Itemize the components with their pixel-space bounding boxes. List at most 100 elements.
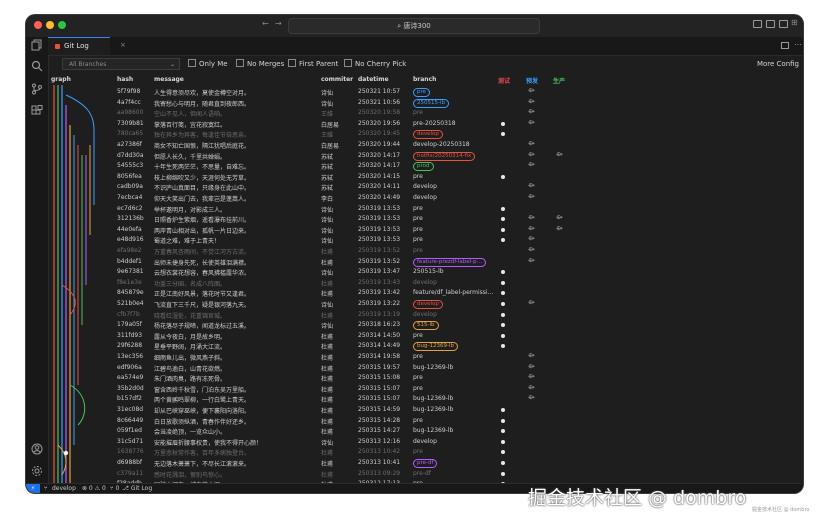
commit-row[interactable]: 311fd93 露从今夜白，月是故乡明。 杜甫 250314 14:50 pre (26, 331, 803, 342)
commit-row[interactable]: 059f1ed 会当凌绝顶，一览众山小。 杜甫 250315 14:27 bug-123… (26, 426, 803, 437)
commit-branch[interactable]: develop (413, 130, 503, 140)
status-git-log[interactable]: ⎇ Git Log (122, 484, 152, 493)
commit-branch[interactable]: hotfix/20250314-fix (413, 151, 503, 161)
commit-row[interactable]: 521b0e4 飞流直下三千尺，疑是银河落九天。 诗仙 250319 13:22 dev… (26, 299, 803, 310)
toggle-secondary-sidebar-icon[interactable] (779, 20, 788, 28)
commit-row[interactable]: d6988bf 无边落木萧萧下，不尽长江滚滚来。 杜甫 250313 10:41 pre… (26, 458, 803, 469)
commit-branch[interactable]: pre (413, 205, 503, 212)
commit-branch[interactable]: feature-prezdf-label-p… (413, 257, 503, 267)
commit-row[interactable]: 29f6288 星垂平野阔，月涌大江流。 杜甫 250314 14:49 bug-123… (26, 341, 803, 352)
commit-row[interactable]: edf906a 江碧鸟逾白，山青花欲燃。 杜甫 250315 19:57 bug-123… (26, 363, 803, 374)
commit-row[interactable]: aa98600 空山不见人，但闻人语响。 王维 250320 19:58 pre ⟴ (26, 108, 803, 119)
commit-row[interactable]: b157df2 两个黄鹂鸣翠柳，一行白鹭上青天。 杜甫 250315 15:07 bug… (26, 394, 803, 405)
commit-row[interactable]: 1638776 万里悲秋常作客，百年多病独登台。 杜甫 250313 10:42 pre (26, 447, 803, 458)
tab-close-icon[interactable]: × (120, 37, 126, 53)
commit-row[interactable]: efa98e2 万重春风杏雨间，不觉江河万古流。 杜甫 250319 13:52 pre… (26, 246, 803, 257)
only-me-checkbox[interactable]: Only Me (188, 59, 228, 69)
commit-row[interactable]: cfb7f7b 晓看红湿处，花重锦官城。 杜甫 250319 13:19 develop (26, 310, 803, 321)
search-view-icon[interactable] (31, 60, 43, 72)
commit-branch[interactable]: pre-df (413, 459, 503, 468)
commit-branch[interactable]: develop (413, 300, 503, 309)
commit-row[interactable]: 845879e 正是江南好风景，落花时节又逢君。 杜甫 250319 13:42 fea… (26, 288, 803, 299)
commit-row[interactable]: 8056fea 枝上柳绵吹又少，天涯何处无芳草。 苏轼 250320 14:15 pre (26, 172, 803, 183)
commit-row[interactable]: d7dd30a 但愿人长久，千里共婵娟。 苏轼 250320 14:17 hotfix/… (26, 151, 803, 162)
commit-branch[interactable]: bug-12369-lb (413, 364, 503, 371)
commit-branch[interactable]: pre (413, 88, 503, 97)
commit-branch[interactable]: pre (413, 448, 503, 455)
commit-row[interactable]: 7309b81 掌落百行笺，宜花寂寞红。 白居易 250320 19:56 pre-20… (26, 119, 803, 130)
commit-branch[interactable]: bug-12369-lb (413, 395, 503, 402)
back-arrow-icon[interactable]: ← (262, 19, 269, 28)
commit-branch[interactable]: develop (413, 311, 503, 318)
commit-row[interactable]: 54555c3 十年生死两茫茫，不思量，自难忘。 苏轼 250320 14:17 pro… (26, 161, 803, 172)
commit-row[interactable]: e48d916 蜀道之难，难于上青天！ 诗仙 250319 13:53 pre ⟴ (26, 235, 803, 246)
minimize-window-button[interactable] (46, 21, 54, 29)
more-config-button[interactable]: More Config (757, 60, 799, 68)
commit-row[interactable]: a27386f 商女不知亡国恨，隔江犹唱后庭花。 白居易 250320 19:44 de… (26, 140, 803, 151)
commit-branch[interactable]: pre (413, 236, 503, 243)
commit-branch[interactable]: 250515-lb (413, 268, 503, 275)
commit-branch[interactable]: develop (413, 438, 503, 445)
commit-row[interactable]: f8e1e3e 功盖三分国，名成八阵图。 杜甫 250319 13:43 develop (26, 278, 803, 289)
commit-row[interactable]: 5f79f98 人生得意须尽欢，莫使金樽空对月。 诗仙 250321 10:57 pre… (26, 87, 803, 98)
more-actions-icon[interactable]: ⋯ (794, 40, 802, 49)
commit-branch[interactable]: feature/df_label-permissi… (413, 289, 503, 296)
commit-row[interactable]: 31ec08d 却从巴峡穿巫峡，便下襄阳向洛阳。 杜甫 250315 14:59 bug… (26, 405, 803, 416)
status-branch[interactable]: develop (52, 484, 76, 493)
status-ports[interactable]: ⑂ 0 (110, 484, 119, 493)
commit-branch[interactable]: develop-20250318 (413, 141, 503, 148)
command-center-search[interactable]: ⌕ 唐诗300 (288, 18, 540, 34)
branch-select[interactable]: All Branches ⌄ (62, 58, 180, 70)
commit-branch[interactable]: pre (413, 353, 503, 360)
commit-branch[interactable]: pre (413, 109, 503, 116)
commit-row[interactable]: 44e0efa 两岸青山相对出，孤帆一片日边来。 诗仙 250319 13:53 pre… (26, 225, 803, 236)
commit-row[interactable]: 9e67381 云想衣裳花想容，春风拂槛露华浓。 诗仙 250319 13:47 250… (26, 267, 803, 278)
first-parent-checkbox[interactable]: First Parent (288, 59, 338, 69)
toggle-panel-icon[interactable] (766, 20, 775, 28)
tab-git-log[interactable]: Git Log (48, 37, 110, 55)
commit-row[interactable]: cadb09a 不识庐山真面目，只缘身在此山中。 苏轼 250320 14:11 dev… (26, 182, 803, 193)
forward-arrow-icon[interactable]: → (275, 19, 282, 28)
commit-branch[interactable]: prod (413, 162, 503, 172)
commit-branch[interactable]: pre (413, 173, 503, 180)
remote-indicator[interactable]: ⚡ (26, 484, 40, 493)
commit-branch[interactable]: develop (413, 279, 503, 286)
commit-row[interactable]: c379a11 感时花溅泪，恨别鸟惊心。 杜甫 250313 09:29 pre-df (26, 469, 803, 480)
commit-row[interactable]: 31c5d71 安能摧眉折腰事权贵，使我不得开心颜！ 诗仙 250313 12:16 d… (26, 437, 803, 448)
no-merges-checkbox[interactable]: No Merges (236, 59, 284, 69)
commit-branch[interactable]: pre (413, 374, 503, 381)
commit-branch[interactable]: develop (413, 183, 503, 190)
commit-branch[interactable]: develop (413, 194, 503, 201)
close-window-button[interactable] (34, 21, 42, 29)
commit-branch[interactable]: bug-12369-lb (413, 342, 503, 352)
commit-branch[interactable]: pre (413, 215, 503, 222)
commit-row[interactable]: ec7d6c2 举杯邀明月，对影成三人。 诗仙 250319 13:53 pre (26, 204, 803, 215)
commit-branch[interactable]: pre (413, 332, 503, 339)
layout-icon[interactable]: ⊞ (791, 18, 798, 27)
commit-row[interactable]: 780ca65 独在异乡为异客，每逢佳节倍思亲。 王维 250320 19:45 dev… (26, 129, 803, 140)
status-problems[interactable]: ⊗ 0 ⚠ 0 (82, 484, 106, 493)
commit-row[interactable]: 7ecbca4 仰天大笑出门去，我辈岂是蓬蒿人。 李白 250320 14:49 dev… (26, 193, 803, 204)
commit-branch[interactable]: 515-lb (413, 321, 503, 331)
commit-branch[interactable]: pre (413, 226, 503, 233)
commit-branch[interactable]: bug-12369-lb (413, 427, 503, 434)
commit-row[interactable]: 13ec356 细雨鱼儿出，微风燕子斜。 杜甫 250314 19:58 pre ⟴ (26, 352, 803, 363)
commit-branch[interactable]: pre-df (413, 470, 503, 477)
no-cherry-pick-checkbox[interactable]: No Cherry Pick (344, 59, 406, 69)
explorer-icon[interactable] (31, 39, 43, 51)
commit-row[interactable]: 179a05f 杨花落尽子规啼，闻道龙标过五溪。 诗仙 250318 16:23 515… (26, 320, 803, 331)
zoom-window-button[interactable] (58, 21, 66, 29)
commit-branch[interactable]: pre-20250318 (413, 120, 503, 127)
commit-row[interactable]: 35b2d0d 窗含西岭千秋雪，门泊东吴万里船。 杜甫 250315 15:07 pre… (26, 384, 803, 395)
toggle-sidebar-icon[interactable] (753, 20, 762, 28)
commit-row[interactable]: 4a7f4cc 我寄愁心与明月，随君直到夜郎西。 诗仙 250321 10:56 250… (26, 98, 803, 109)
commit-row[interactable]: 312136b 日照香炉生紫烟，遥看瀑布挂前川。 诗仙 250319 13:53 pre… (26, 214, 803, 225)
commit-branch[interactable]: 250515-lb (413, 98, 503, 108)
commit-branch[interactable]: pre (413, 247, 503, 254)
commit-row[interactable]: b4ddef1 出师未捷身先死，长使英雄泪满襟。 杜甫 250319 13:52 fea… (26, 257, 803, 268)
split-editor-icon[interactable] (781, 42, 789, 49)
commit-branch[interactable]: pre (413, 385, 503, 392)
commit-branch[interactable]: bug-12369-lb (413, 406, 503, 413)
commit-row[interactable]: ea574e9 朱门酒肉臭，路有冻死骨。 杜甫 250315 15:08 pre ⟴ (26, 373, 803, 384)
commit-branch[interactable]: pre (413, 417, 503, 424)
